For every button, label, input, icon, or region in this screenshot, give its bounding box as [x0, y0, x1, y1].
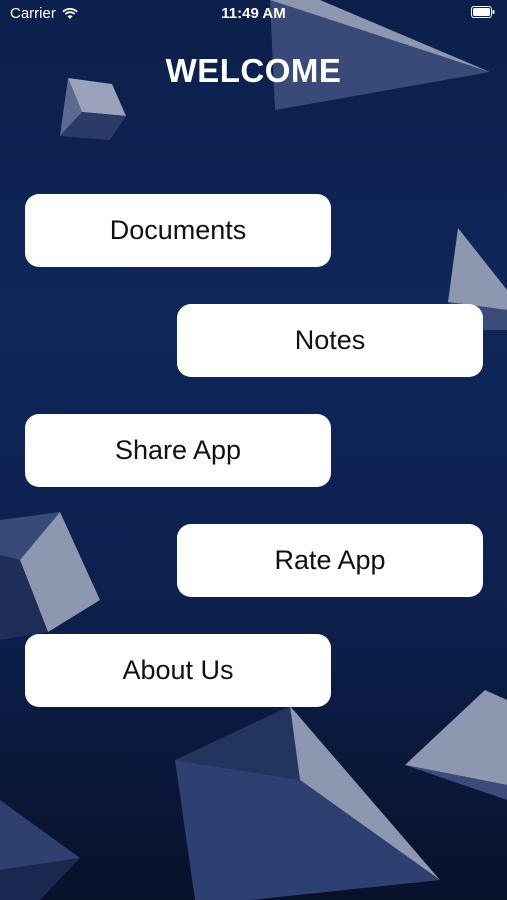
- notes-button[interactable]: Notes: [177, 304, 483, 377]
- status-bar: Carrier 11:49 AM: [0, 0, 507, 28]
- bottom-left-shape: [0, 800, 80, 870]
- welcome-screen: Carrier 11:49 AM WELCOME Documents Notes…: [0, 0, 507, 900]
- right-mid-shape: [448, 228, 507, 310]
- about-us-button[interactable]: About Us: [25, 634, 331, 707]
- notes-button-label: Notes: [294, 325, 366, 355]
- share-app-button[interactable]: Share App: [25, 414, 331, 487]
- about-us-button-label: About Us: [122, 655, 234, 685]
- share-app-button-label: Share App: [114, 435, 242, 465]
- page-title: WELCOME: [165, 52, 342, 89]
- bottom-right-plane-light: [405, 690, 507, 785]
- status-time: 11:49 AM: [221, 5, 286, 22]
- rate-app-button[interactable]: Rate App: [177, 524, 483, 597]
- documents-button-label: Documents: [109, 215, 247, 245]
- battery-icon: [471, 6, 495, 18]
- documents-button[interactable]: Documents: [25, 194, 331, 267]
- rate-app-button-label: Rate App: [274, 545, 386, 575]
